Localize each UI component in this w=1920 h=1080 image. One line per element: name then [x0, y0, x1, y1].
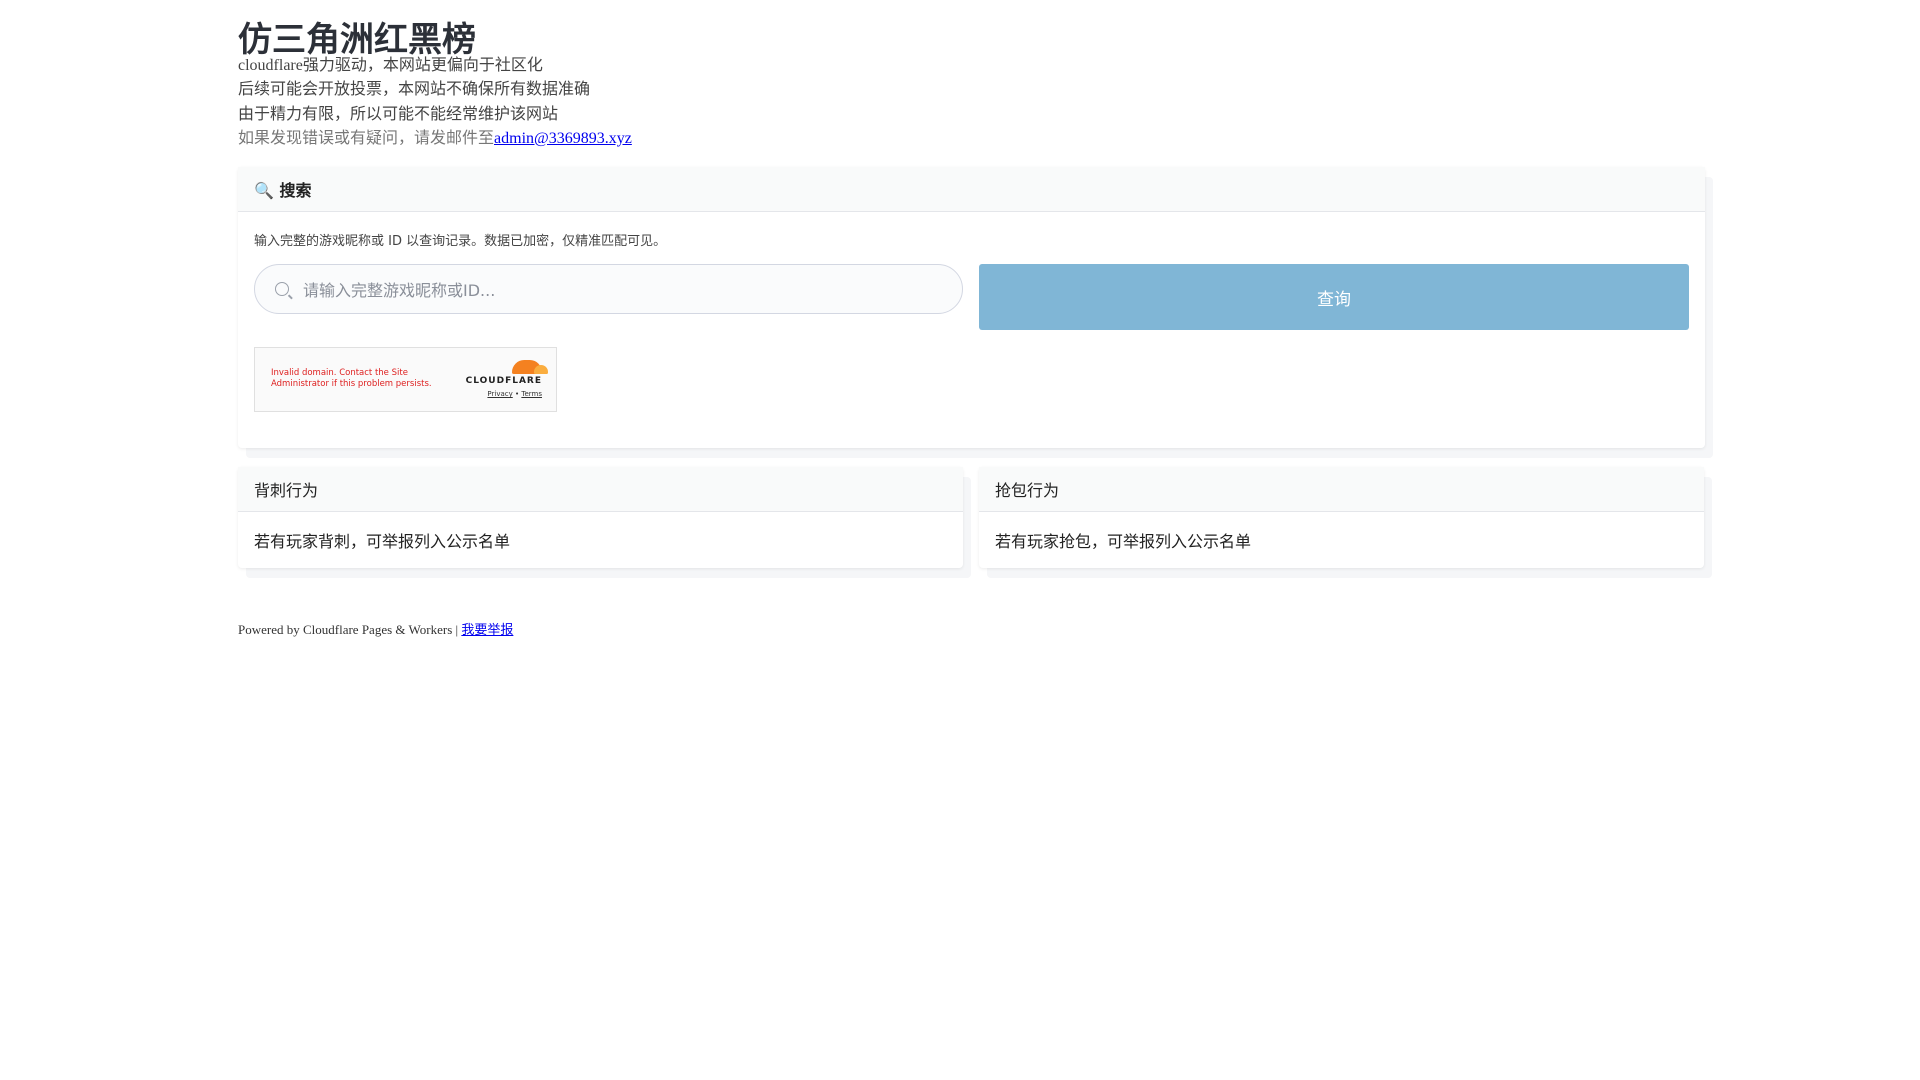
terms-link[interactable]: Terms [521, 390, 542, 398]
cloudflare-turnstile-widget[interactable]: Invalid domain. Contact the Site Adminis… [254, 347, 557, 412]
intro-line: 由于精力有限，所以可能不能经常维护该网站 [238, 105, 559, 123]
search-placeholder: 请输入完整游戏昵称或ID... [303, 281, 496, 300]
footer-text: Powered by Cloudflare Pages & Workers | [238, 622, 462, 637]
search-card: 🔍 搜索 输入完整的游戏昵称或 ID 以查询记录。数据已加密，仅精准匹配可见。 … [238, 167, 1705, 448]
footer: Powered by Cloudflare Pages & Workers | … [238, 619, 513, 638]
card-body: 若有玩家抢包，可举报列入公示名单 [995, 532, 1252, 551]
link-separator: • [515, 390, 520, 398]
intro-line: cloudflare强力驱动，本网站更偏向于社区化 [238, 57, 543, 74]
cloudflare-cloud-icon [512, 360, 548, 374]
contact-line: 如果发现错误或有疑问，请发邮件至admin@3369893.xyz [238, 127, 632, 151]
privacy-link[interactable]: Privacy [487, 390, 512, 398]
cloudflare-logo: CLOUDFLARE Privacy • Terms [465, 360, 548, 398]
turnstile-error: Invalid domain. Contact the Site Adminis… [271, 368, 432, 389]
contact-email-link[interactable]: admin@3369893.xyz [494, 130, 632, 147]
search-icon [275, 282, 289, 296]
intro-text: cloudflare强力驱动，本网站更偏向于社区化 后续可能会开放投票，本网站不… [238, 54, 632, 151]
card-body: 若有玩家背刺，可举报列入公示名单 [254, 532, 511, 551]
card-title: 抢包行为 [979, 467, 1704, 512]
cloudflare-brand: CLOUDFLARE [465, 376, 542, 386]
query-button[interactable]: 查询 [979, 264, 1689, 330]
loot-steal-card: 抢包行为 若有玩家抢包，可举报列入公示名单 [979, 467, 1704, 568]
search-card-header: 🔍 搜索 [238, 167, 1705, 212]
search-input[interactable]: 请输入完整游戏昵称或ID... [254, 264, 963, 314]
search-description: 输入完整的游戏昵称或 ID 以查询记录。数据已加密，仅精准匹配可见。 [254, 234, 667, 249]
backstab-card: 背刺行为 若有玩家背刺，可举报列入公示名单 [238, 467, 963, 568]
card-title: 背刺行为 [238, 467, 963, 512]
report-link[interactable]: 我要举报 [461, 622, 513, 637]
intro-line: 后续可能会开放投票，本网站不确保所有数据准确 [238, 81, 591, 99]
contact-prefix: 如果发现错误或有疑问，请发邮件至 [238, 129, 495, 147]
